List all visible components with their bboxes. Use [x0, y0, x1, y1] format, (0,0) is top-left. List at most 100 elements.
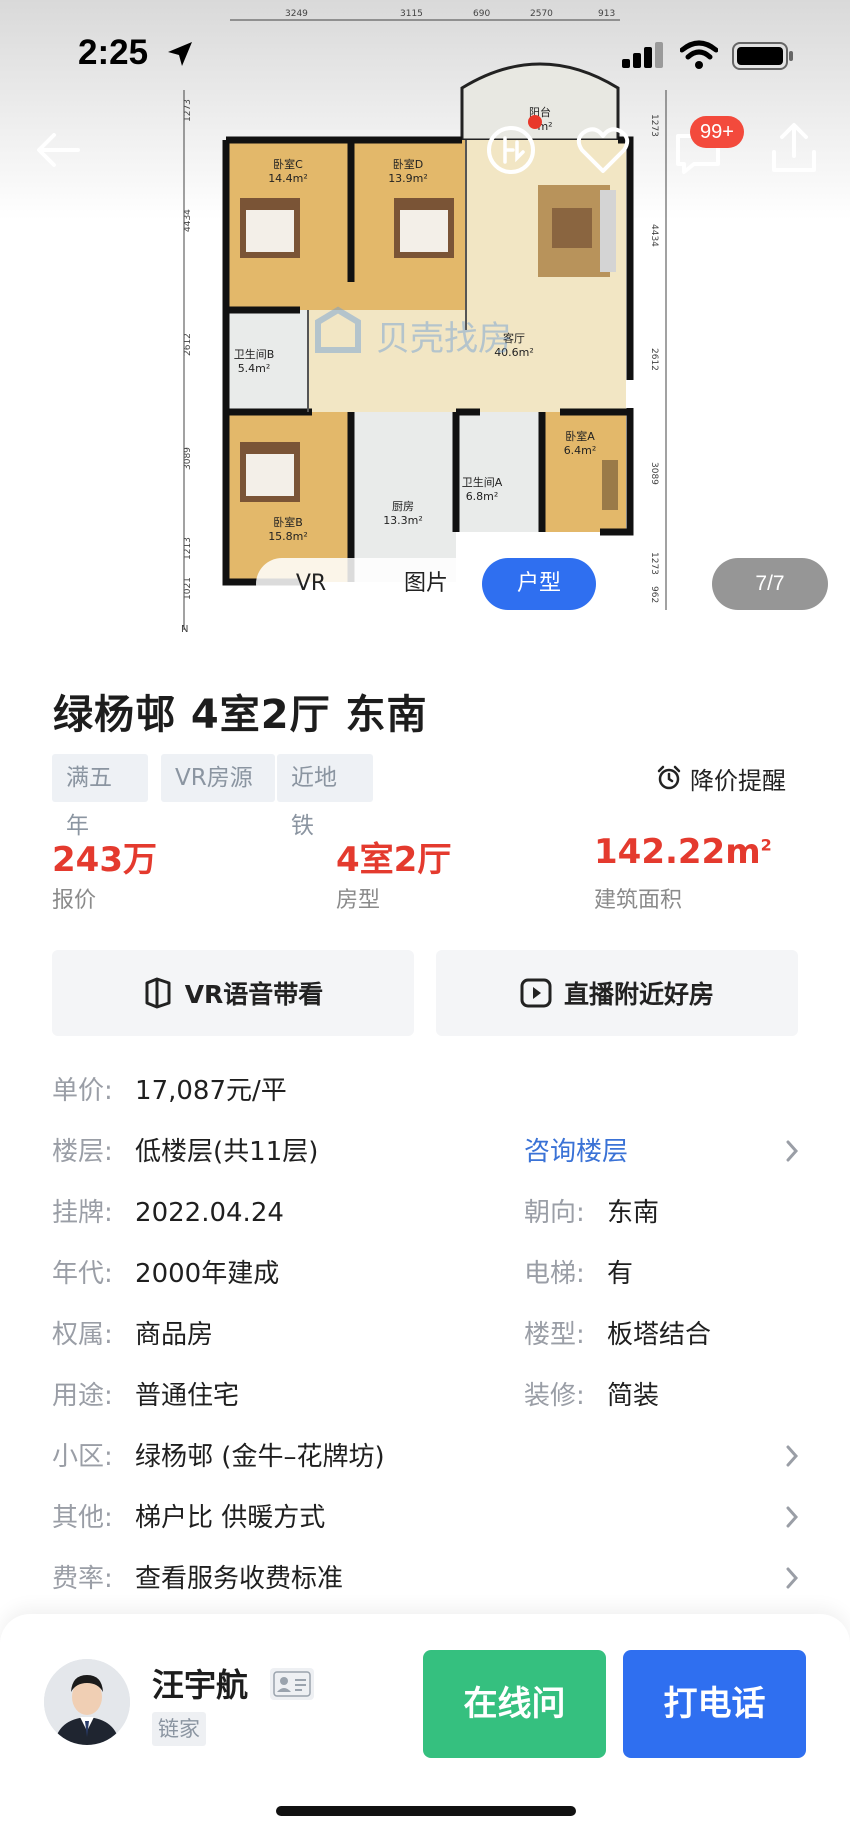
area-number: 142.22m — [594, 832, 761, 872]
attr-decoration: 装修: 简装 — [524, 1376, 659, 1416]
online-chat-button[interactable]: 在线问 — [423, 1650, 606, 1758]
layout-label: 房型 — [336, 888, 381, 913]
attr-ownership: 权属: 商品房 — [52, 1315, 213, 1355]
live-play-icon — [520, 978, 552, 1008]
dim-left-2: 2612 — [183, 333, 193, 356]
tag-near-subway: 近地铁 — [277, 754, 373, 839]
image-gallery[interactable]: 3249 3115 690 2570 913 1273 4434 2612 30… — [0, 0, 850, 640]
attr-value: 17,087元/平 — [135, 1076, 287, 1106]
dim-left-1: 4434 — [183, 209, 193, 232]
listing-title: 绿杨邨 4室2厅 东南 — [53, 692, 428, 738]
chevron-right-icon[interactable] — [785, 1139, 799, 1163]
room-area: 6.8m² — [466, 490, 499, 503]
room-area: 15.8m² — [268, 530, 308, 543]
dim-right-1: 4434 — [649, 224, 659, 247]
watermark-text: 贝壳找房 — [376, 319, 512, 359]
attr-value: 板塔结合 — [607, 1320, 712, 1350]
live-nearby-label: 直播附近好房 — [563, 980, 714, 1009]
attr-key: 小区: — [52, 1442, 113, 1472]
alarm-clock-icon — [657, 765, 681, 790]
agent-name: 汪宇航 — [152, 1666, 249, 1704]
room-area: 5.4m² — [238, 362, 271, 375]
tag-vr-listing: VR房源 — [161, 754, 275, 802]
status-bar: 2:25 — [0, 0, 850, 110]
dim-right-5: 962 — [649, 586, 659, 603]
attr-key: 挂牌: — [52, 1198, 113, 1228]
attr-key: 费率: — [52, 1564, 113, 1594]
attr-value: 东南 — [607, 1198, 660, 1228]
price-value: 243万 — [52, 840, 157, 880]
vr-guided-tour-button[interactable]: VR语音带看 — [52, 950, 414, 1036]
attr-key: 楼层: — [52, 1137, 113, 1167]
consult-floor-link[interactable]: 咨询楼层 — [524, 1132, 628, 1172]
room-label: 卧室A — [565, 429, 595, 443]
attr-other[interactable]: 其他: 梯户比 供暖方式 — [52, 1498, 325, 1538]
agent-company-badge: 链家 — [152, 1712, 206, 1746]
share-icon[interactable] — [768, 122, 820, 176]
compare-icon[interactable] — [485, 124, 537, 176]
attr-value: 2000年建成 — [135, 1259, 280, 1289]
north-label: N — [181, 624, 188, 635]
room-label: 卧室D — [393, 157, 423, 171]
room-label: 卧室C — [273, 157, 303, 171]
business-card-icon[interactable] — [270, 1668, 314, 1700]
image-counter: 7/7 — [712, 558, 828, 610]
room-label: 卫生间B — [234, 347, 275, 361]
dim-left-4: 1213 — [183, 537, 193, 560]
layout-value: 4室2厅 — [336, 840, 452, 880]
attr-year: 年代: 2000年建成 — [52, 1254, 279, 1294]
dim-right-4: 1273 — [649, 552, 659, 575]
price-drop-alert-button[interactable]: 降价提醒 — [656, 761, 786, 795]
tag-five-years: 满五年 — [52, 754, 148, 839]
back-arrow-icon[interactable] — [34, 126, 82, 174]
room-area: 14.4m² — [268, 172, 308, 185]
wifi-icon — [680, 40, 718, 69]
attr-value: 简装 — [607, 1381, 660, 1411]
message-count-badge: 99+ — [690, 116, 744, 148]
tab-floorplan[interactable]: 户型 — [482, 558, 596, 610]
chevron-right-icon[interactable] — [785, 1566, 799, 1590]
area-label: 建筑面积 — [594, 888, 683, 913]
attr-community[interactable]: 小区: 绿杨邨 (金牛–花牌坊) — [52, 1437, 385, 1477]
price-label: 报价 — [52, 888, 97, 913]
attr-key: 朝向: — [524, 1198, 585, 1228]
tab-photos[interactable]: 图片 — [376, 558, 476, 610]
dim-right-2: 2612 — [649, 348, 659, 371]
attr-value: 商品房 — [135, 1320, 214, 1350]
dim-right-0: 1273 — [649, 114, 659, 137]
location-arrow-icon — [168, 42, 192, 66]
avatar[interactable] — [44, 1659, 130, 1745]
attr-key: 用途: — [52, 1381, 113, 1411]
attr-key: 楼型: — [524, 1320, 585, 1350]
status-time: 2:25 — [78, 33, 149, 72]
attr-value: 绿杨邨 (金牛–花牌坊) — [135, 1442, 385, 1472]
attr-key: 装修: — [524, 1381, 585, 1411]
room-label: 厨房 — [392, 500, 414, 513]
home-indicator — [276, 1806, 576, 1816]
price-drop-alert-label: 降价提醒 — [690, 766, 786, 795]
attr-key: 单价: — [52, 1076, 113, 1106]
favorite-heart-icon[interactable] — [576, 126, 630, 176]
chevron-right-icon[interactable] — [785, 1444, 799, 1468]
attr-orientation: 朝向: 东南 — [524, 1193, 659, 1233]
tab-vr[interactable]: VR — [276, 558, 346, 610]
chevron-right-icon[interactable] — [785, 1505, 799, 1529]
attr-fee[interactable]: 费率: 查看服务收费标准 — [52, 1559, 343, 1599]
agent-avatar-icon — [44, 1659, 130, 1745]
room-area: 6.4m² — [564, 444, 597, 457]
attr-listed-date: 挂牌: 2022.04.24 — [52, 1193, 284, 1233]
attr-value: 梯户比 供暖方式 — [135, 1503, 326, 1533]
attr-key: 其他: — [52, 1503, 113, 1533]
vr-guided-tour-label: VR语音带看 — [184, 980, 324, 1009]
attr-value: 有 — [607, 1259, 634, 1289]
area-value: 142.22m2 — [594, 832, 772, 872]
attr-value: 低楼层(共11层) — [135, 1137, 319, 1167]
room-area: 13.3m² — [383, 514, 423, 527]
attr-building-type: 楼型: 板塔结合 — [524, 1315, 711, 1355]
attr-usage: 用途: 普通住宅 — [52, 1376, 239, 1416]
room-label: 卫生间A — [462, 475, 503, 489]
live-nearby-button[interactable]: 直播附近好房 — [436, 950, 798, 1036]
dim-left-3: 3089 — [183, 447, 193, 470]
area-superscript: 2 — [760, 835, 772, 855]
call-button[interactable]: 打电话 — [623, 1650, 806, 1758]
